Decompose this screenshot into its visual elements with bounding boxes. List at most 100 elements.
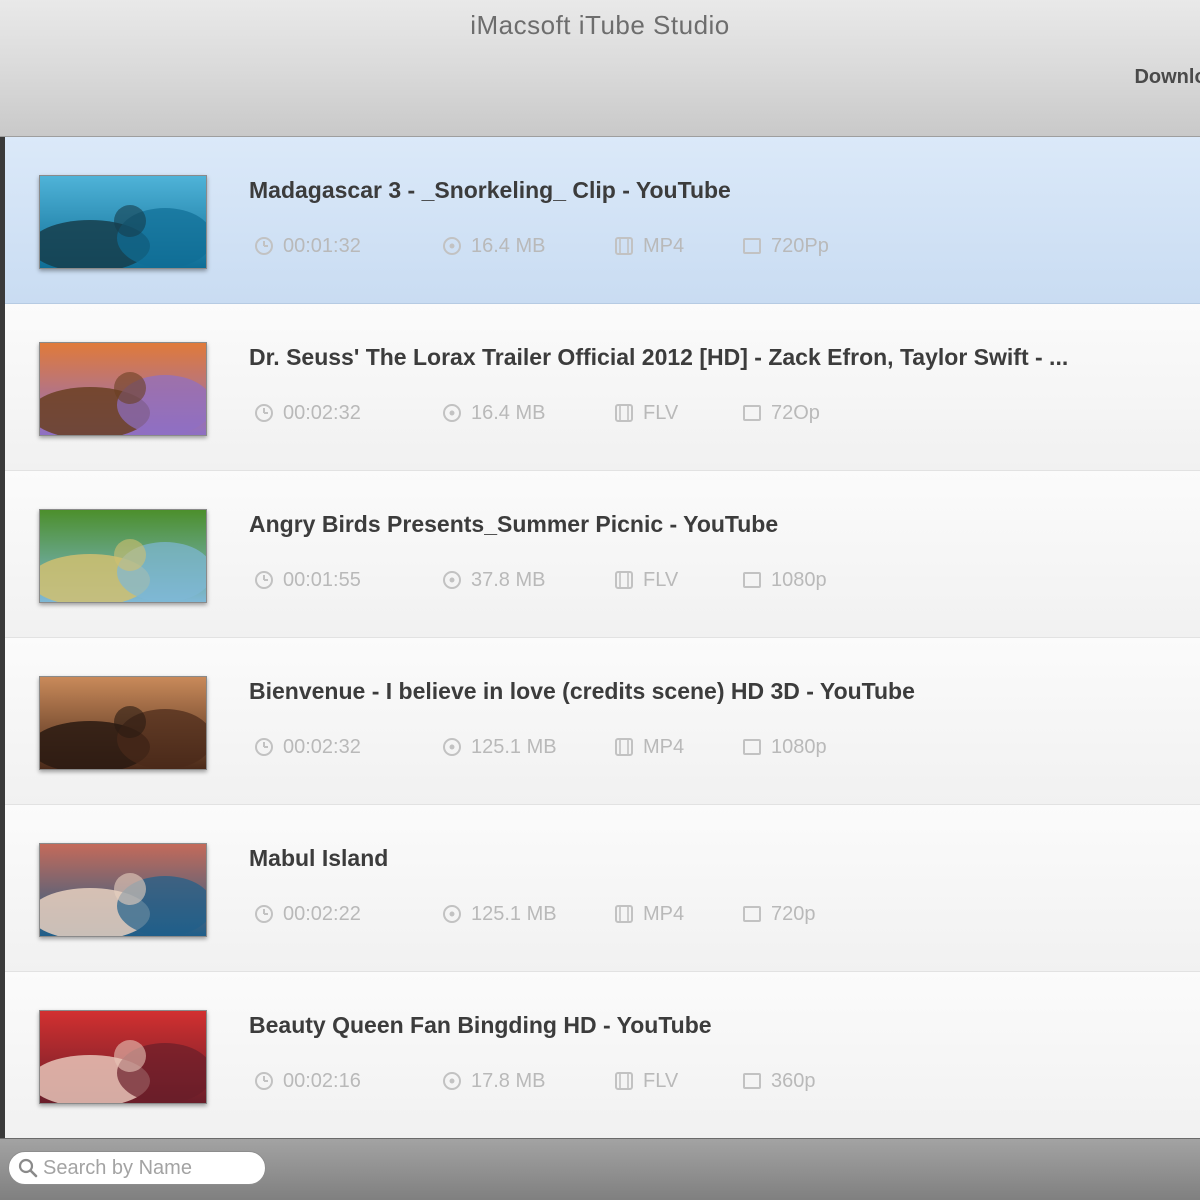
size-text: 37.8 MB <box>471 568 546 591</box>
disk-icon <box>443 237 461 255</box>
video-row[interactable]: Angry Birds Presents_Summer Picnic - You… <box>5 471 1200 638</box>
clock-icon <box>255 1072 273 1090</box>
video-meta: 00:02:32 16.4 MB FLV 72Op <box>253 400 881 426</box>
video-size: 125.1 MB <box>441 903 613 926</box>
screen-icon <box>743 739 761 755</box>
disk-icon <box>443 571 461 589</box>
resolution-text: 720p <box>771 902 816 925</box>
size-text: 16.4 MB <box>471 234 546 257</box>
duration-text: 00:01:32 <box>283 234 361 257</box>
video-thumbnail[interactable] <box>39 676 207 770</box>
video-thumbnail[interactable] <box>39 1010 207 1104</box>
screen-icon <box>743 1073 761 1089</box>
size-text: 125.1 MB <box>471 902 557 925</box>
title-bar: iMacsoft iTube Studio Download <box>0 0 1200 137</box>
video-format: FLV <box>613 1070 741 1093</box>
video-size: 17.8 MB <box>441 1070 613 1093</box>
disk-icon <box>443 404 461 422</box>
video-meta: 00:01:55 37.8 MB FLV 1080p <box>253 567 881 593</box>
screen-icon <box>743 238 761 254</box>
resolution-text: 72Op <box>771 401 820 424</box>
video-thumbnail[interactable] <box>39 509 207 603</box>
video-title: Mabul Island <box>249 845 389 871</box>
screen-icon <box>743 405 761 421</box>
search-icon <box>18 1158 38 1178</box>
duration-text: 00:02:16 <box>283 1069 361 1092</box>
film-icon <box>615 905 633 923</box>
video-format: FLV <box>613 569 741 592</box>
download-button[interactable]: Download <box>1134 66 1200 89</box>
video-format: MP4 <box>613 235 741 258</box>
video-size: 37.8 MB <box>441 569 613 592</box>
duration-text: 00:02:32 <box>283 401 361 424</box>
video-title: Beauty Queen Fan Bingding HD - YouTube <box>249 1012 712 1038</box>
video-thumbnail[interactable] <box>39 843 207 937</box>
film-icon <box>615 738 633 756</box>
disk-icon <box>443 905 461 923</box>
video-resolution: 1080p <box>741 736 881 759</box>
size-text: 16.4 MB <box>471 401 546 424</box>
video-row[interactable]: Madagascar 3 - _Snorkeling_ Clip - YouTu… <box>5 137 1200 304</box>
video-resolution: 720p <box>741 903 881 926</box>
search-box[interactable] <box>8 1151 266 1185</box>
video-meta: 00:02:32 125.1 MB MP4 1080p <box>253 734 881 760</box>
window-title: iMacsoft iTube Studio <box>470 10 730 40</box>
film-icon <box>615 404 633 422</box>
clock-icon <box>255 571 273 589</box>
film-icon <box>615 571 633 589</box>
thumbnail-image <box>40 1011 206 1103</box>
video-meta: 00:02:22 125.1 MB MP4 720p <box>253 901 881 927</box>
size-text: 17.8 MB <box>471 1069 546 1092</box>
video-duration: 00:02:22 <box>253 903 441 926</box>
video-size: 125.1 MB <box>441 736 613 759</box>
resolution-text: 1080p <box>771 735 827 758</box>
clock-icon <box>255 905 273 923</box>
screen-icon <box>743 572 761 588</box>
video-duration: 00:02:32 <box>253 736 441 759</box>
video-format: MP4 <box>613 736 741 759</box>
video-list[interactable]: Madagascar 3 - _Snorkeling_ Clip - YouTu… <box>0 137 1200 1138</box>
search-input[interactable] <box>39 1156 253 1180</box>
resolution-text: 1080p <box>771 568 827 591</box>
video-thumbnail[interactable] <box>39 175 207 269</box>
format-text: FLV <box>643 401 679 424</box>
video-resolution: 1080p <box>741 569 881 592</box>
format-text: MP4 <box>643 902 685 925</box>
video-size: 16.4 MB <box>441 235 613 258</box>
video-resolution: 720Pp <box>741 235 881 258</box>
disk-icon <box>443 1072 461 1090</box>
video-duration: 00:01:32 <box>253 235 441 258</box>
thumbnail-image <box>40 844 206 936</box>
resolution-text: 360p <box>771 1069 816 1092</box>
thumbnail-image <box>40 343 206 435</box>
video-resolution: 360p <box>741 1070 881 1093</box>
thumbnail-image <box>40 176 206 268</box>
video-meta: 00:01:32 16.4 MB MP4 720Pp <box>253 233 881 259</box>
video-title: Dr. Seuss' The Lorax Trailer Official 20… <box>249 344 1069 370</box>
video-row[interactable]: Mabul Island 00:02:22 125.1 MB MP4 720p <box>5 805 1200 972</box>
duration-text: 00:01:55 <box>283 568 361 591</box>
video-row[interactable]: Beauty Queen Fan Bingding HD - YouTube 00… <box>5 972 1200 1138</box>
video-resolution: 72Op <box>741 402 881 425</box>
video-row[interactable]: Bienvenue - I believe in love (credits s… <box>5 638 1200 805</box>
format-text: FLV <box>643 1069 679 1092</box>
video-duration: 00:02:32 <box>253 402 441 425</box>
video-format: FLV <box>613 402 741 425</box>
format-text: MP4 <box>643 735 685 758</box>
video-meta: 00:02:16 17.8 MB FLV 360p <box>253 1068 881 1094</box>
video-size: 16.4 MB <box>441 402 613 425</box>
clock-icon <box>255 738 273 756</box>
format-text: FLV <box>643 568 679 591</box>
video-duration: 00:02:16 <box>253 1070 441 1093</box>
app-window: iMacsoft iTube Studio Download Madagasca… <box>0 0 1200 1200</box>
size-text: 125.1 MB <box>471 735 557 758</box>
duration-text: 00:02:22 <box>283 902 361 925</box>
video-title: Madagascar 3 - _Snorkeling_ Clip - YouTu… <box>249 177 731 203</box>
thumbnail-image <box>40 510 206 602</box>
video-title: Bienvenue - I believe in love (credits s… <box>249 678 915 704</box>
video-row[interactable]: Dr. Seuss' The Lorax Trailer Official 20… <box>5 304 1200 471</box>
clock-icon <box>255 404 273 422</box>
duration-text: 00:02:32 <box>283 735 361 758</box>
video-thumbnail[interactable] <box>39 342 207 436</box>
clock-icon <box>255 237 273 255</box>
